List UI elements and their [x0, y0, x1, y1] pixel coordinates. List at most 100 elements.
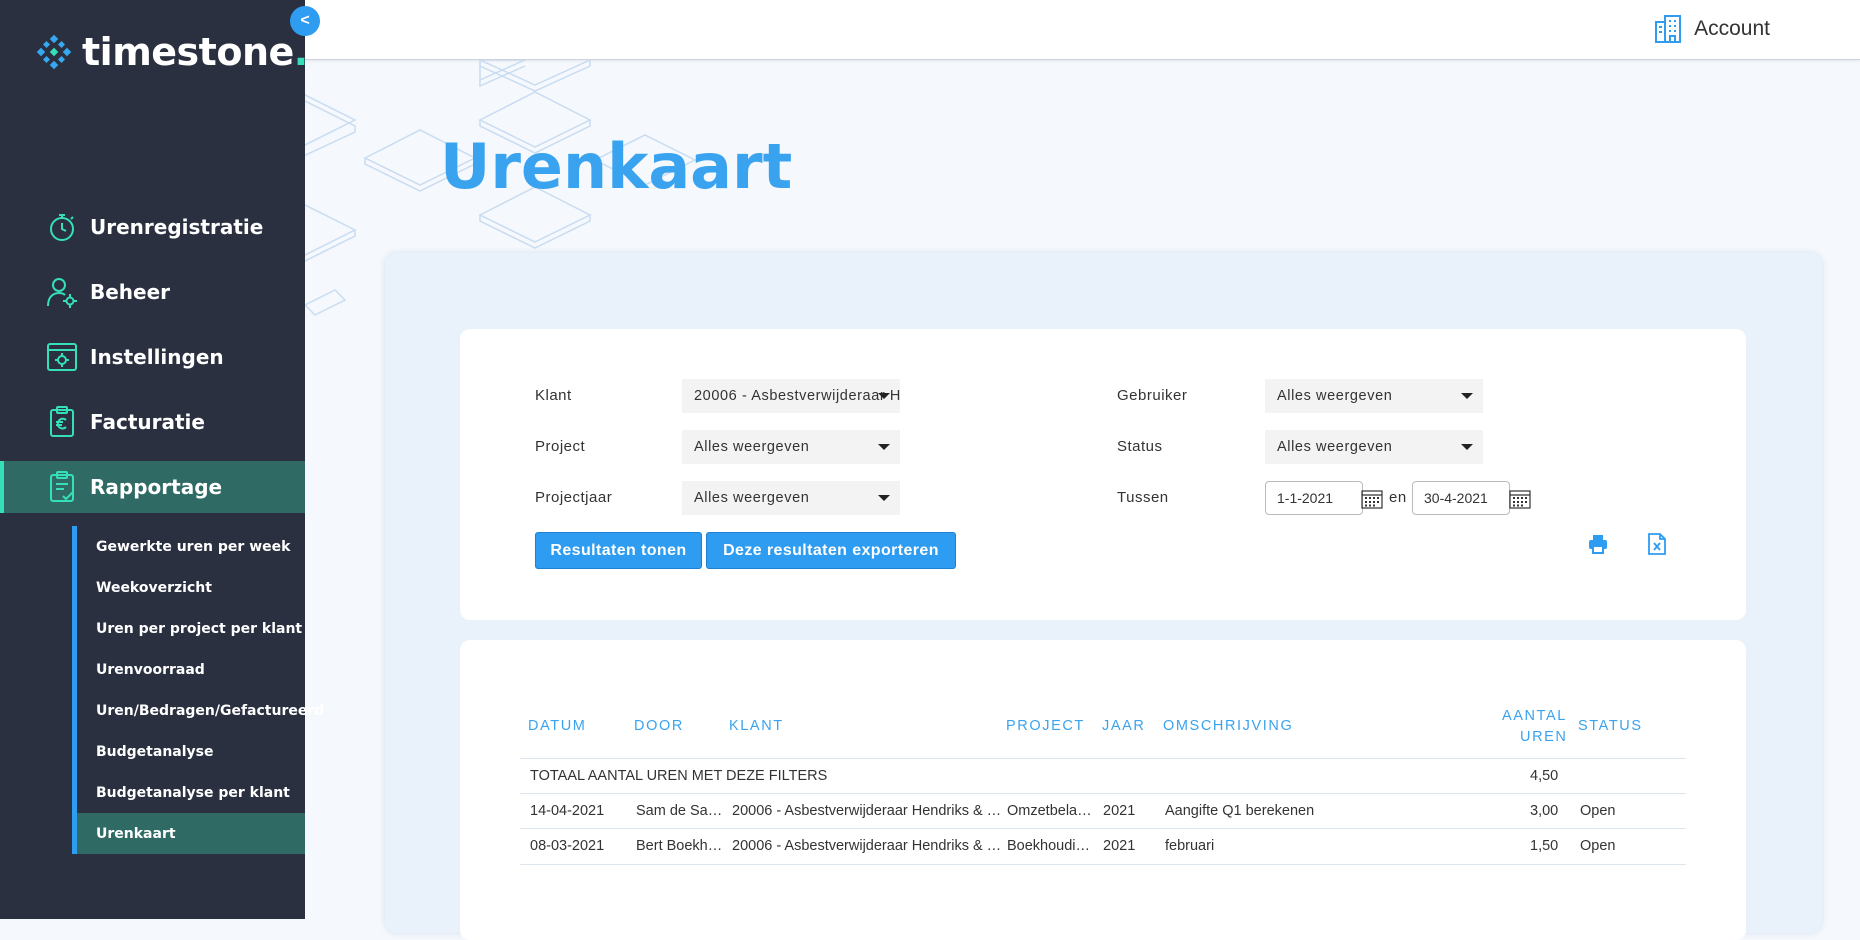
column-header-aantal[interactable]: AANTAL [1502, 708, 1567, 724]
row-divider [520, 828, 1686, 829]
project-select[interactable]: Alles weergeven [682, 430, 900, 464]
user-gear-icon [47, 278, 77, 308]
sub-item-label: Gewerkte uren per week [96, 538, 291, 555]
date-to-input[interactable]: 30-4-2021 [1412, 481, 1510, 515]
caret-down-icon [878, 393, 890, 399]
project-select-value: Alles weergeven [694, 439, 810, 455]
cell-omschrijving: februari [1165, 838, 1215, 854]
settings-window-icon [47, 343, 77, 371]
cell-door: Sam de Sa… [636, 803, 723, 819]
column-header-datum[interactable]: DATUM [528, 718, 586, 734]
cell-jaar: 2021 [1103, 803, 1136, 819]
show-results-button[interactable]: Resultaten tonen [535, 532, 702, 569]
projectjaar-select-value: Alles weergeven [694, 490, 810, 506]
sub-item-label: Uren/Bedragen/Gefactureerd [96, 702, 325, 719]
caret-down-icon [878, 495, 890, 501]
total-label: TOTAAL AANTAL UREN MET DEZE FILTERS [530, 768, 828, 784]
gebruiker-select[interactable]: Alles weergeven [1265, 379, 1483, 413]
nav-item-instellingen[interactable]: Instellingen [0, 331, 305, 383]
cell-klant: 20006 - Asbestverwijderaar Hendriks & … [732, 803, 1002, 819]
account-menu[interactable]: Account [1654, 14, 1770, 44]
sub-item-uren-per-project-per-klant[interactable]: Uren per project per klant [72, 608, 305, 649]
sub-item-uren-bedragen-gefactureerd[interactable]: Uren/Bedragen/Gefactureerd [72, 690, 324, 731]
nav-label: Rapportage [90, 475, 223, 499]
cell-klant: 20006 - Asbestverwijderaar Hendriks & … [732, 838, 1002, 854]
gebruiker-select-value: Alles weergeven [1277, 388, 1393, 404]
gebruiker-label: Gebruiker [1117, 387, 1188, 404]
nav-item-rapportage[interactable]: Rapportage [0, 461, 305, 513]
sub-item-label: Weekoverzicht [96, 579, 212, 596]
nav-label: Instellingen [90, 345, 224, 369]
project-label: Project [535, 438, 586, 455]
sidebar-collapse-button[interactable]: < [290, 6, 320, 36]
cell-omschrijving: Aangifte Q1 berekenen [1165, 803, 1315, 819]
column-header-klant[interactable]: KLANT [729, 718, 784, 734]
building-icon [1655, 15, 1682, 43]
report-clipboard-icon [50, 471, 74, 502]
stopwatch-icon [50, 214, 74, 241]
nav-item-facturatie[interactable]: Facturatie [0, 396, 305, 448]
sub-item-label: Uren per project per klant [96, 620, 303, 637]
export-results-button[interactable]: Deze resultaten exporteren [706, 532, 956, 569]
projectjaar-label: Projectjaar [535, 489, 613, 506]
cell-project: Omzetbela… [1007, 803, 1092, 819]
sub-item-budgetanalyse-per-klant[interactable]: Budgetanalyse per klant [72, 772, 305, 813]
nav-label: Urenregistratie [90, 215, 264, 239]
sub-item-gewerkte-uren-per-week[interactable]: Gewerkte uren per week [72, 526, 305, 567]
column-header-omschrijving[interactable]: OMSCHRIJVING [1163, 718, 1293, 734]
status-select[interactable]: Alles weergeven [1265, 430, 1483, 464]
sub-item-label: Urenkaart [96, 825, 176, 842]
top-bar: Account [305, 0, 1860, 60]
page-title: Urenkaart [440, 130, 793, 203]
results-card [460, 640, 1746, 940]
cell-status: Open [1580, 838, 1616, 854]
logo[interactable]: timestone. [36, 30, 308, 74]
sub-item-label: Budgetanalyse per klant [96, 784, 290, 801]
caret-down-icon [1461, 444, 1473, 450]
calendar-icon[interactable] [1361, 489, 1383, 509]
cell-uren: 1,50 [1530, 838, 1559, 854]
sub-item-label: Urenvoorraad [96, 661, 205, 678]
klant-select[interactable]: 20006 - Asbestverwijderaar Hendriks & Zo… [682, 379, 900, 413]
caret-down-icon [1461, 393, 1473, 399]
en-label: en [1389, 489, 1407, 506]
logo-text: timestone [82, 30, 294, 74]
column-header-status[interactable]: STATUS [1578, 718, 1643, 734]
nav-label: Facturatie [90, 410, 205, 434]
account-label: Account [1694, 17, 1770, 40]
column-header-project[interactable]: PROJECT [1006, 718, 1085, 734]
tussen-label: Tussen [1117, 489, 1169, 506]
column-header-uren[interactable]: UREN [1520, 729, 1568, 745]
cell-jaar: 2021 [1103, 838, 1136, 854]
column-header-jaar[interactable]: JAAR [1102, 718, 1145, 734]
date-from-input[interactable]: 1-1-2021 [1265, 481, 1363, 515]
filter-card: Klant 20006 - Asbestverwijderaar Hendrik… [460, 329, 1746, 620]
klant-select-value: 20006 - Asbestverwijderaar Hendriks & Zo… [694, 388, 900, 404]
nav-label: Beheer [90, 280, 171, 304]
column-header-door[interactable]: DOOR [634, 718, 684, 734]
sidebar: timestone. Urenregistratie Beheer Instel… [0, 0, 324, 919]
sub-item-budgetanalyse[interactable]: Budgetanalyse [72, 731, 305, 772]
sub-item-urenkaart[interactable]: Urenkaart [72, 813, 305, 854]
nav-item-urenregistratie[interactable]: Urenregistratie [0, 201, 305, 253]
excel-export-icon[interactable] [1648, 533, 1666, 555]
sub-item-weekoverzicht[interactable]: Weekoverzicht [72, 567, 305, 608]
status-select-value: Alles weergeven [1277, 439, 1393, 455]
cell-datum: 08-03-2021 [530, 838, 605, 854]
cell-door: Bert Boekh… [636, 838, 723, 854]
invoice-euro-icon [50, 406, 74, 437]
print-icon[interactable] [1588, 534, 1608, 554]
total-value: 4,50 [1530, 768, 1559, 784]
klant-label: Klant [535, 387, 572, 404]
projectjaar-select[interactable]: Alles weergeven [682, 481, 900, 515]
logo-diamond-icon [36, 34, 72, 70]
status-label: Status [1117, 438, 1163, 455]
nav-item-beheer[interactable]: Beheer [0, 266, 305, 318]
cell-status: Open [1580, 803, 1616, 819]
cell-project: Boekhoudi… [1007, 838, 1091, 854]
row-divider [520, 758, 1686, 759]
calendar-icon[interactable] [1509, 489, 1531, 509]
caret-down-icon [878, 444, 890, 450]
cell-uren: 3,00 [1530, 803, 1559, 819]
sub-item-urenvoorraad[interactable]: Urenvoorraad [72, 649, 305, 690]
